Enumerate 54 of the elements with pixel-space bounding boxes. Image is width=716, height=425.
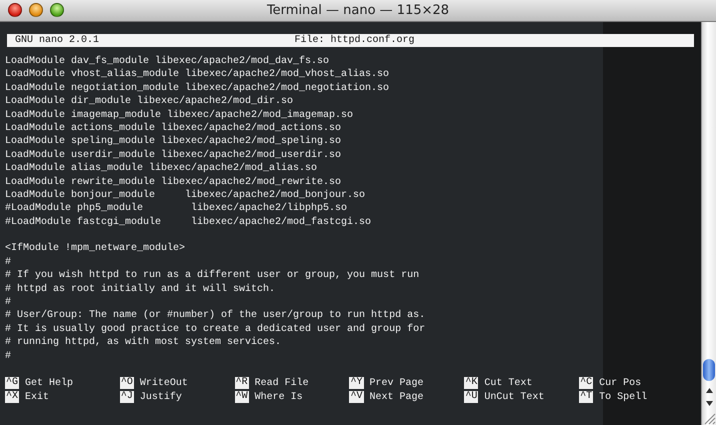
shortcut-key: ^C — [579, 377, 594, 390]
shortcut-key: ^V — [349, 391, 364, 404]
shortcut-label: Read File — [254, 376, 309, 390]
code-line: # — [5, 256, 12, 270]
shortcut-label: Where Is — [254, 390, 303, 404]
minimize-button[interactable] — [29, 3, 43, 17]
shortcut-key: ^J — [120, 391, 134, 404]
window-title: Terminal — nano — 115×28 — [266, 3, 450, 18]
shortcut-label: Next Page — [370, 390, 424, 404]
code-line: LoadModule dav_fs_module libexec/apache2/mod_dav_fs.so — [5, 55, 330, 68]
code-line: # running httpd, as with most system services. — [5, 336, 282, 350]
shortcut-label: UnCut Text — [484, 390, 544, 404]
code-line: LoadModule alias_module libexec/apache2/mod_alias.so — [5, 162, 318, 176]
shortcut-label: Exit — [25, 390, 50, 404]
code-line: # — [5, 296, 12, 310]
shortcut-key: ^G — [5, 377, 20, 390]
code-line: LoadModule actions_module libexec/apache2/mod_actions.so — [5, 122, 342, 136]
code-line: LoadModule negotiation_module libexec/apache2/mod_negotiation.so — [5, 82, 390, 96]
code-line: LoadModule speling_module libexec/apache2/mod_speling.so — [5, 135, 342, 149]
shortcut-key: ^O — [120, 377, 134, 390]
zoom-button[interactable] — [50, 3, 64, 17]
code-line: # It is usually good practice to create a dedicated user and group for — [5, 322, 426, 336]
code-line: LoadModule rewrite_module libexec/apache2/mod_rewrite.so — [5, 176, 342, 189]
shortcut-key: ^X — [5, 391, 20, 404]
code-line: # httpd as root initially and it will switch. — [5, 282, 276, 296]
close-button[interactable] — [8, 3, 22, 17]
code-line: # User/Group: The name (or #number) of the user/group to run httpd as. — [5, 309, 426, 323]
shortcut-label: WriteOut — [140, 376, 188, 390]
shortcut-label: Prev Page — [370, 376, 424, 390]
code-line: #LoadModule fastcgi_module libexec/apache2/mod_fastcgi.so — [5, 216, 372, 230]
code-line: LoadModule vhost_alias_module libexec/apache2/mod_vhost_alias.so — [5, 68, 390, 82]
shortcut-key: ^R — [234, 377, 249, 390]
shortcut-label: To Spell — [599, 390, 648, 404]
code-line: LoadModule imagemap_module libexec/apache2/mod_imagemap.so — [5, 108, 354, 122]
code-line: <IfModule !mpm_netware_module> — [5, 242, 186, 256]
shortcut-label: Cur Pos — [599, 376, 642, 390]
shortcut-label: Justify — [140, 390, 182, 404]
scroll-bar[interactable] — [701, 22, 716, 425]
program-version: GNU nano 2.0.1 — [15, 34, 100, 47]
code-line: LoadModule userdir_module libexec/apache2/mod_userdir.so — [5, 148, 342, 162]
shortcut-key: ^K — [464, 377, 478, 390]
shortcut-key: ^U — [464, 391, 478, 404]
code-line: # — [5, 350, 12, 363]
shortcut-key: ^T — [579, 391, 594, 404]
scroll-thumb[interactable] — [703, 359, 715, 381]
shortcut-label: Get Help — [25, 376, 74, 390]
shortcut-key: ^W — [234, 391, 249, 404]
file-name: File: httpd.conf.org — [294, 34, 415, 47]
code-line: LoadModule dir_module libexec/apache2/mod_dir.so — [5, 95, 294, 109]
shortcut-label: Cut Text — [484, 376, 532, 390]
code-line: #LoadModule php5_module libexec/apache2/libphp5.so — [5, 202, 348, 216]
code-line: LoadModule bonjour_module libexec/apache2/mod_bonjour.so — [5, 188, 366, 202]
shortcut-key: ^Y — [349, 377, 364, 390]
code-line: # If you wish httpd to run as a different user or group, you must run — [5, 269, 420, 283]
